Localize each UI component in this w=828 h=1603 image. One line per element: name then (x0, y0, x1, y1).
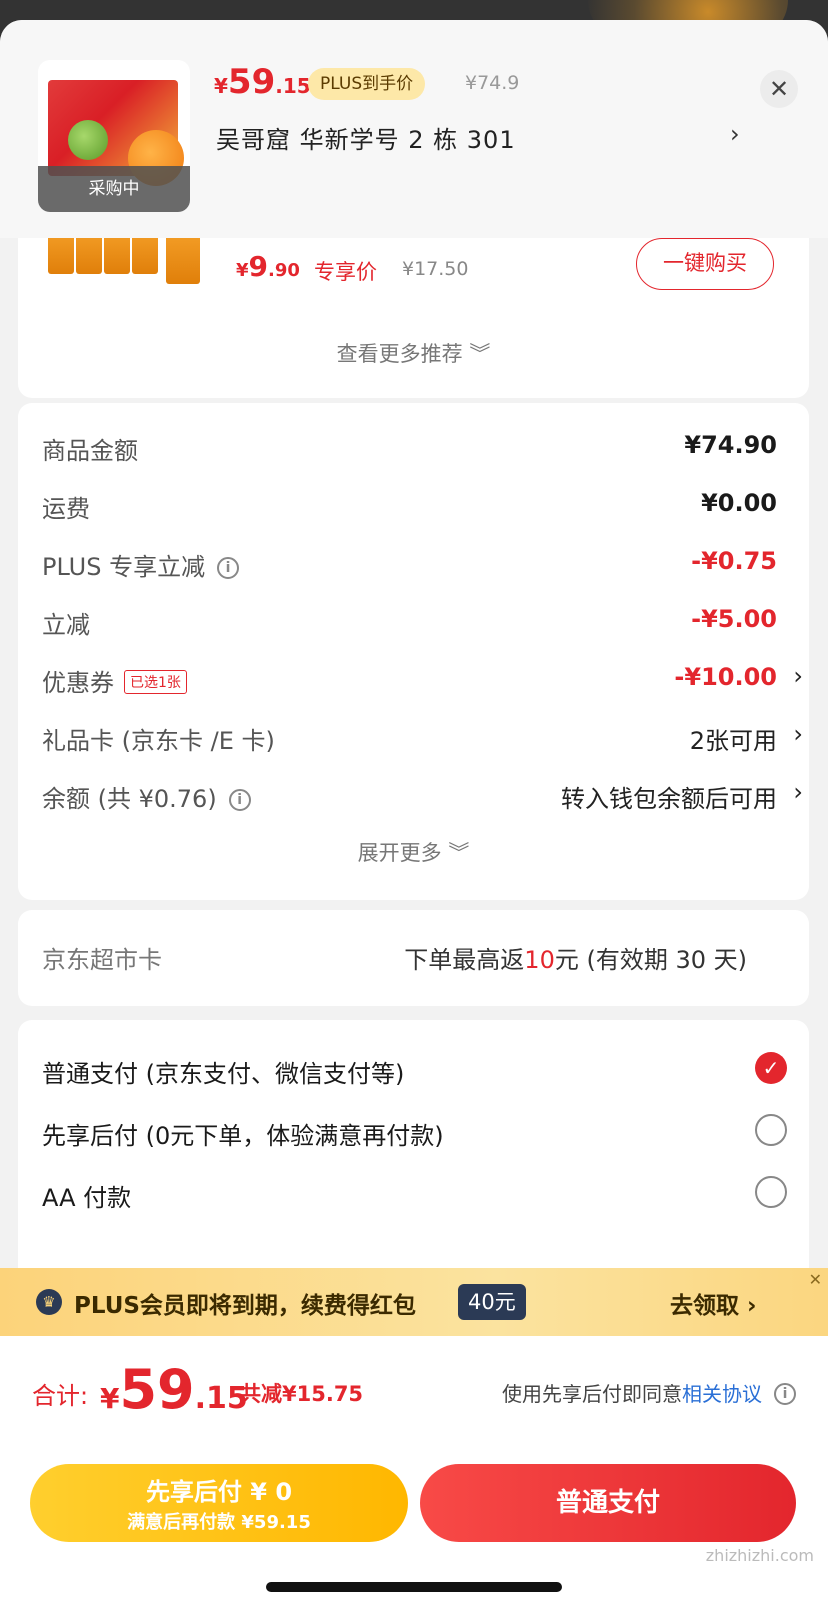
summary-row-gift-card[interactable]: 礼品卡 (京东卡 /E 卡) 2张可用 › (42, 717, 803, 757)
payment-option-pay-later[interactable]: 先享后付 (0元下单，体验满意再付款) (42, 1112, 787, 1152)
pay-later-subtitle: 满意后再付款 ¥59.15 (127, 1512, 311, 1533)
red-packet-amount: 40元 (458, 1284, 526, 1320)
summary-row-shipping: 运费 ¥0.00 (42, 485, 777, 525)
pay-later-button[interactable]: 先享后付 ¥ 0 满意后再付款 ¥59.15 (30, 1464, 408, 1542)
market-card-value: 下单最高返10元 (有效期 30 天) (404, 946, 747, 974)
banner-text: PLUS会员即将到期，续费得红包 (74, 1293, 416, 1319)
recommend-original-price: ¥17.50 (402, 258, 469, 280)
coupon-selected-tag: 已选1张 (124, 670, 187, 694)
summary-label: 立减 (42, 611, 90, 639)
info-icon[interactable]: i (217, 557, 240, 579)
one-click-buy-button[interactable]: 一键购买 (636, 238, 774, 290)
view-more-recommend[interactable]: 查看更多推荐 ︾ (18, 338, 809, 368)
summary-value: ¥0.00 (701, 489, 777, 517)
summary-value: -¥5.00 (691, 605, 777, 633)
chevron-right-icon[interactable]: › (793, 662, 803, 690)
close-icon[interactable]: ✕ (809, 1270, 822, 1289)
summary-value: -¥10.00 (674, 663, 777, 691)
radio-checked-icon[interactable]: ✓ (755, 1052, 787, 1084)
plus-crown-icon: ♛ (36, 1289, 62, 1315)
total-label: 合计: (32, 1382, 89, 1410)
summary-row-balance[interactable]: 余额 (共 ¥0.76) i 转入钱包余额后可用 › (42, 775, 803, 815)
summary-row-coupon[interactable]: 优惠券 已选1张 -¥10.00 › (42, 659, 803, 699)
agreement-text: 使用先享后付即同意相关协议 i (502, 1378, 796, 1407)
payment-option-label: AA 付款 (42, 1184, 132, 1212)
summary-label: PLUS 专享立减 i (42, 547, 240, 582)
pay-later-title: 先享后付 ¥ 0 (145, 1478, 293, 1506)
checkout-sheet: 采购中 ¥59.15 PLUS到手价 ¥74.9 吴哥窟 华新学号 2 栋 30… (0, 20, 828, 1603)
watermark: zhizhizhi.com (705, 1546, 814, 1565)
summary-value: ¥74.90 (684, 431, 777, 459)
chevron-right-icon[interactable]: › (793, 778, 803, 806)
summary-label: 商品金额 (42, 437, 138, 465)
radio-unchecked-icon[interactable] (755, 1176, 787, 1208)
claim-link[interactable]: 去领取 › (670, 1286, 757, 1320)
close-icon[interactable]: ✕ (760, 70, 798, 108)
summary-row-instant-discount: 立减 -¥5.00 (42, 601, 777, 641)
agreement-link[interactable]: 相关协议 (682, 1382, 762, 1406)
payment-option-normal[interactable]: 普通支付 (京东支付、微信支付等) ✓ (42, 1050, 787, 1090)
chevron-right-icon[interactable]: › (793, 720, 803, 748)
summary-label: 优惠券 已选1张 (42, 663, 187, 698)
home-indicator[interactable] (266, 1582, 562, 1592)
plus-renewal-banner[interactable]: ♛ PLUS会员即将到期，续费得红包 40元 去领取 › ✕ (0, 1268, 828, 1336)
summary-value: 转入钱包余额后可用 (561, 785, 777, 813)
summary-label: 礼品卡 (京东卡 /E 卡) (42, 727, 275, 755)
fruit-image (68, 120, 108, 160)
info-icon[interactable]: i (228, 789, 251, 811)
market-card-label: 京东超市卡 (42, 946, 162, 974)
summary-label: 余额 (共 ¥0.76) i (42, 779, 251, 814)
chevron-right-icon[interactable]: › (730, 120, 740, 148)
payment-option-label: 先享后付 (0元下单，体验满意再付款) (42, 1122, 444, 1150)
summary-value: -¥0.75 (691, 547, 777, 575)
product-thumbnail[interactable]: 采购中 (38, 60, 190, 212)
plus-price-badge: PLUS到手价 (308, 68, 426, 100)
checkout-bar: 合计: ¥59.15 共减¥15.75 使用先享后付即同意相关协议 i 先享后付 … (0, 1336, 828, 1603)
price-summary-card: 商品金额 ¥74.90 运费 ¥0.00 PLUS 专享立减 i -¥0.75 立… (18, 403, 809, 900)
product-status-label: 采购中 (38, 166, 190, 212)
summary-value: 2张可用 (689, 727, 777, 755)
total-saved: 共减¥15.75 (240, 1382, 364, 1406)
original-price: ¥74.9 (465, 72, 520, 94)
market-card-row[interactable]: 京东超市卡 下单最高返10元 (有效期 30 天) (18, 910, 809, 1006)
expand-more[interactable]: 展开更多 ︾ (18, 837, 809, 867)
info-icon[interactable]: i (774, 1383, 796, 1405)
radio-unchecked-icon[interactable] (755, 1114, 787, 1146)
normal-pay-button[interactable]: 普通支付 (420, 1464, 796, 1542)
delivery-address[interactable]: 吴哥窟 华新学号 2 栋 301 (216, 120, 516, 155)
sticky-product-header: 采购中 ¥59.15 PLUS到手价 ¥74.9 吴哥窟 华新学号 2 栋 30… (0, 20, 828, 238)
summary-row-plus-discount: PLUS 专享立减 i -¥0.75 (42, 543, 777, 583)
summary-label: 运费 (42, 495, 90, 523)
recommend-price: ¥9.90 (236, 250, 300, 283)
summary-row-goods: 商品金额 ¥74.90 (42, 427, 777, 467)
product-price: ¥59.15 (214, 62, 311, 102)
total-amount: ¥59.15 (100, 1358, 248, 1421)
payment-option-label: 普通支付 (京东支付、微信支付等) (42, 1060, 405, 1088)
exclusive-price-tag: 专享价 (314, 260, 377, 284)
payment-option-aa[interactable]: AA 付款 (42, 1174, 787, 1214)
